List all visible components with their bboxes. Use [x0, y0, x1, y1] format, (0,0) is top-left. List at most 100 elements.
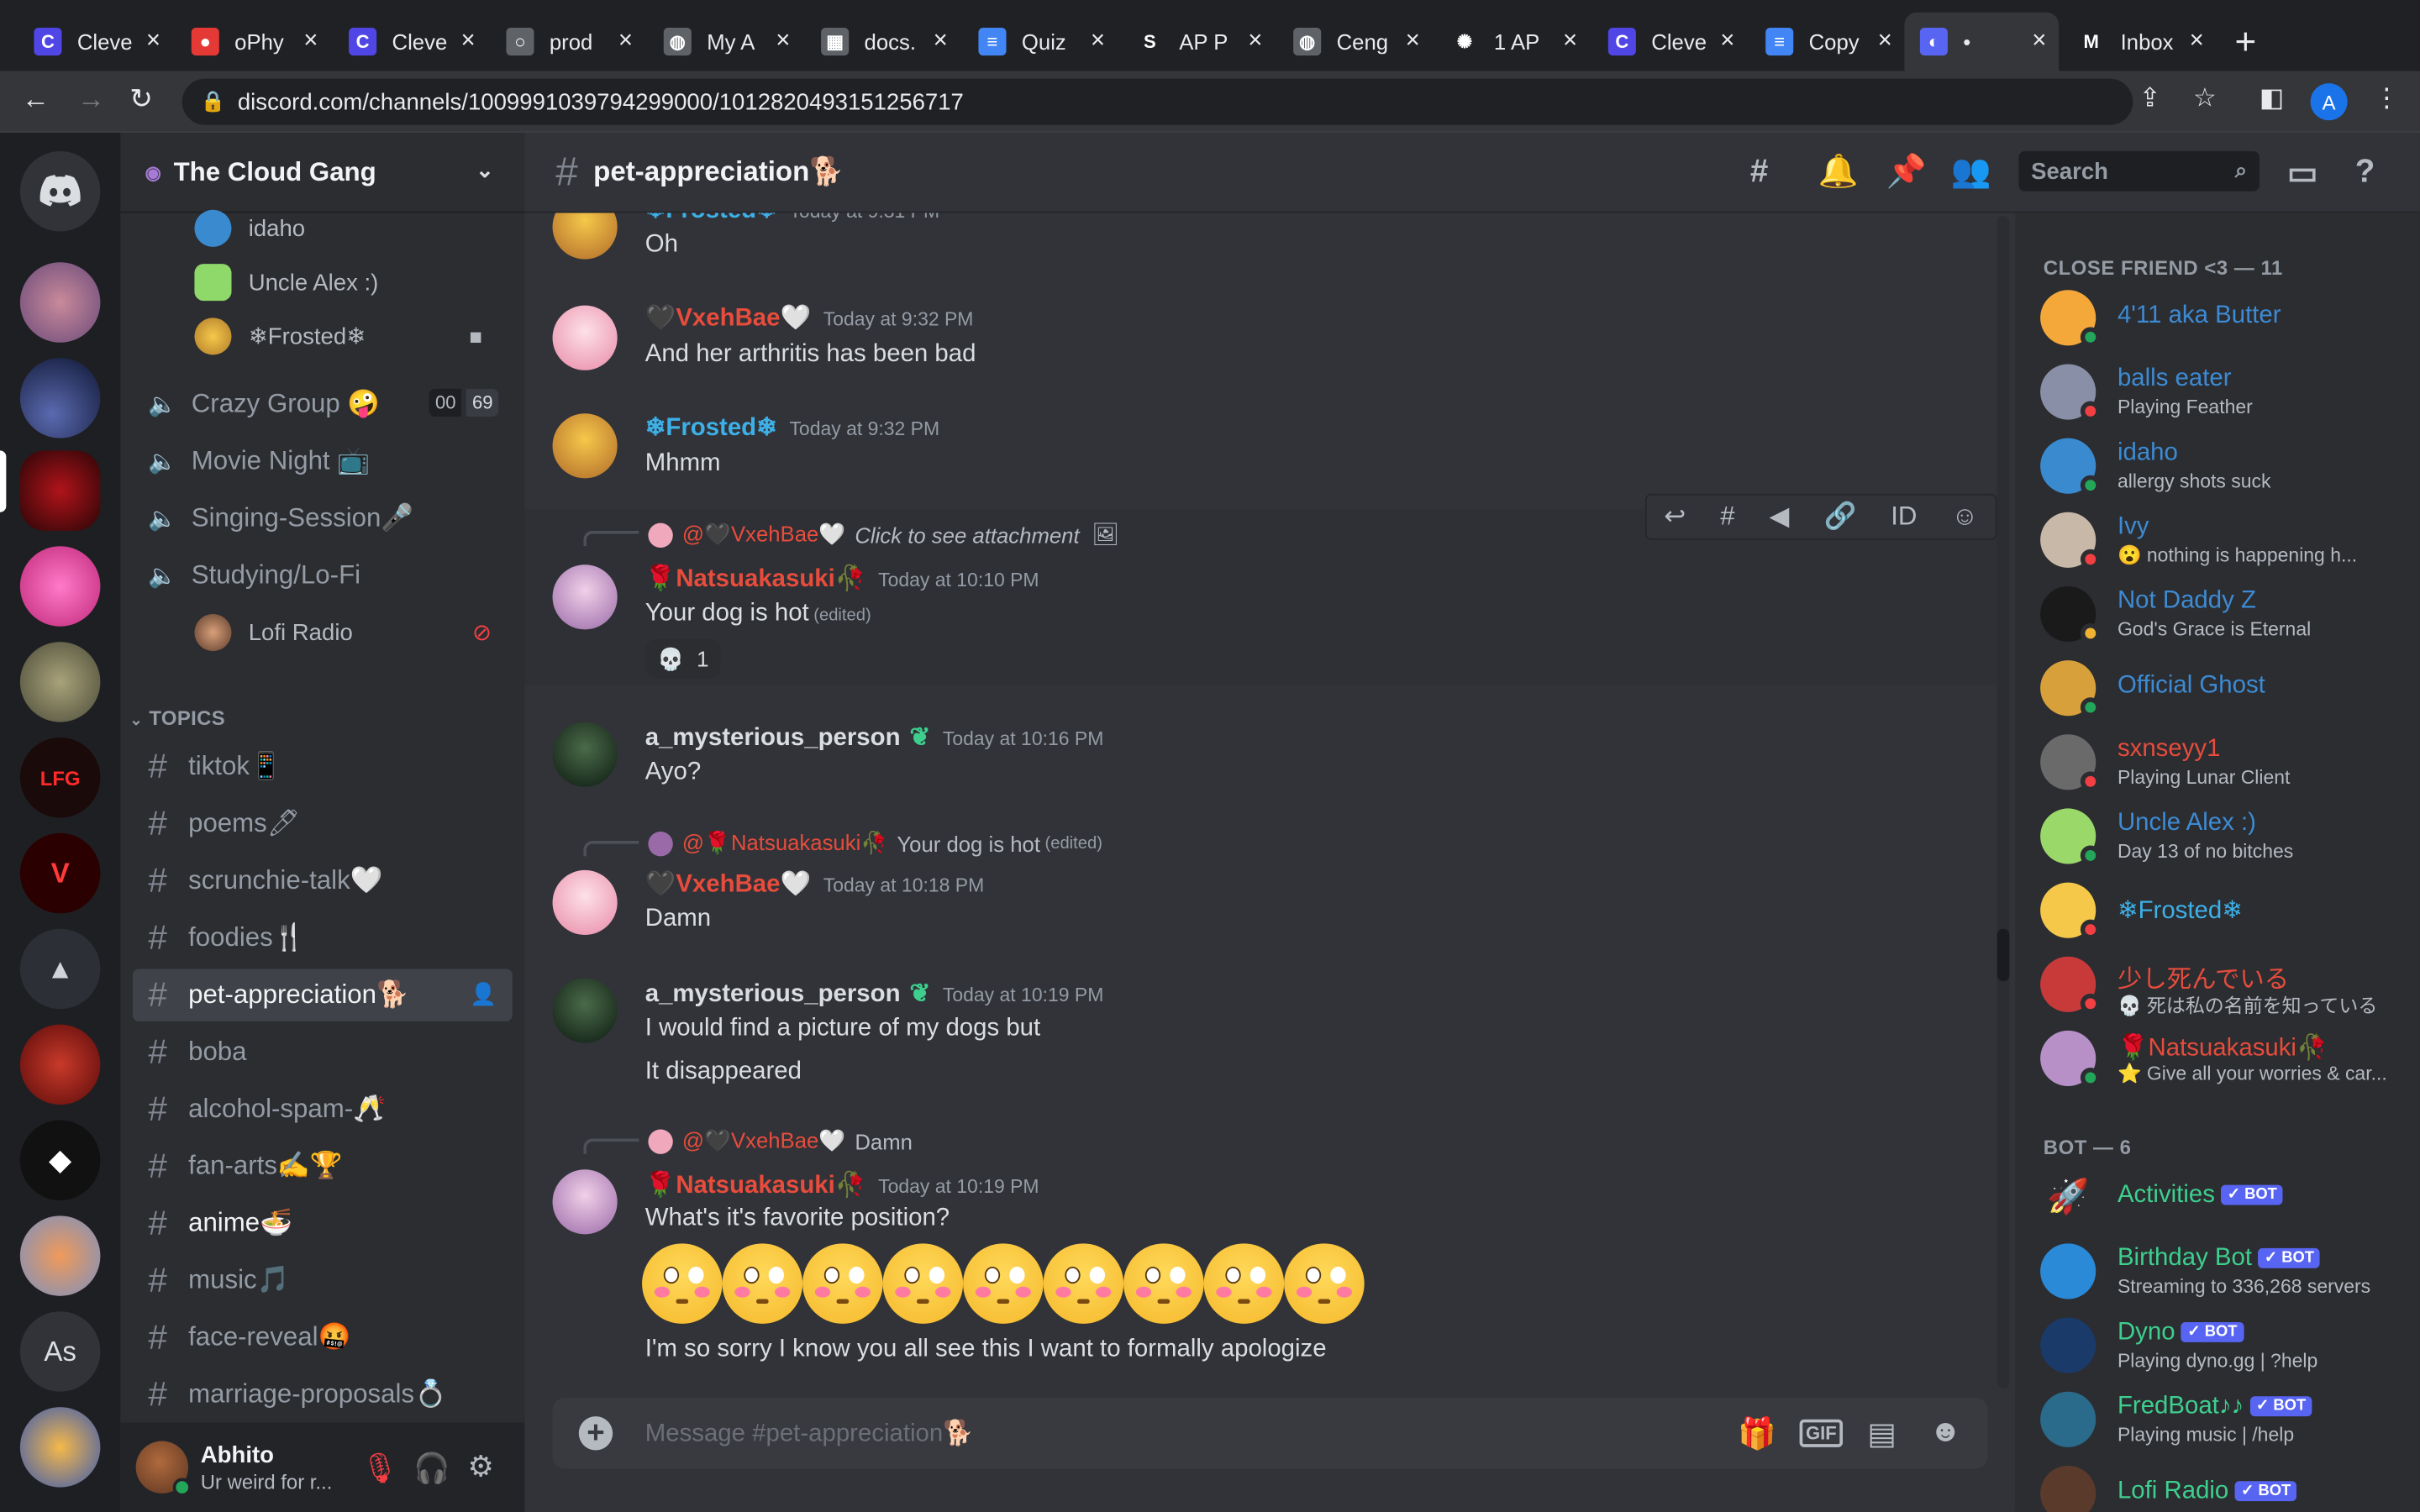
voice-channel-singing-session[interactable]: 🔈 Singing-Session🎤	[133, 492, 513, 544]
forward-icon[interactable]: →	[77, 83, 105, 116]
close-tab-icon[interactable]: ×	[303, 28, 318, 55]
gift-icon[interactable]: 🎁	[1738, 1415, 1776, 1453]
browser-tab[interactable]: ≡ Copy ×	[1750, 13, 1905, 71]
browser-tab[interactable]: ◍ Ceng ×	[1278, 13, 1433, 71]
server-icon[interactable]	[19, 358, 101, 438]
browser-tab[interactable]: C Cleve ×	[1592, 13, 1747, 71]
message-composer[interactable]: + Message #pet-appreciation🐕 🎁 GIF ▤ ☻	[552, 1398, 1988, 1469]
bot-member-item[interactable]: FredBoat♪♪ ✓ BOT Playing music | /help	[2040, 1385, 2411, 1453]
close-tab-icon[interactable]: ×	[1248, 28, 1262, 55]
member-item[interactable]: Official Ghost	[2040, 654, 2411, 722]
close-tab-icon[interactable]: ×	[1406, 28, 1420, 55]
gif-icon[interactable]: GIF	[1799, 1419, 1844, 1447]
bookmark-star-icon[interactable]: ☆	[2193, 83, 2217, 114]
scrollbar-track[interactable]	[1996, 216, 2010, 1389]
share-icon[interactable]: ⇪	[2139, 83, 2161, 114]
member-item[interactable]: ❄Frosted❄	[2040, 876, 2411, 944]
scrollbar-thumb[interactable]	[1996, 928, 2010, 982]
server-icon[interactable]	[19, 546, 101, 627]
close-tab-icon[interactable]: ×	[146, 28, 160, 55]
message-author[interactable]: a_mysterious_person ❦ Today at 10:19 PM	[645, 978, 1104, 1009]
close-tab-icon[interactable]: ×	[1091, 28, 1105, 55]
emoji-picker-icon[interactable]: ☻	[1929, 1415, 1962, 1450]
voice-user[interactable]: ❄Frosted❄	[194, 315, 366, 358]
member-item[interactable]: 4'11 aka Butter	[2040, 284, 2411, 352]
browser-tab[interactable]: ◍ My A ×	[648, 13, 802, 71]
profile-avatar[interactable]: A	[2310, 83, 2348, 121]
voice-user[interactable]: Lofi Radio	[194, 611, 353, 654]
text-channel[interactable]: # alcohol-spam-🥂	[133, 1083, 513, 1135]
invite-icon[interactable]: 👤	[470, 981, 497, 1007]
member-list-icon[interactable]: 👥	[1951, 155, 1991, 192]
bot-member-item[interactable]: 🚀 Activities ✓ BOT	[2040, 1163, 2411, 1231]
text-channel[interactable]: # music🎵	[133, 1254, 513, 1306]
reply-preview[interactable]: @🌹Natsuakasuki🥀 Your dog is hot (edited)	[648, 830, 1102, 856]
create-thread-icon[interactable]: #	[1720, 501, 1734, 533]
avatar[interactable]	[552, 1169, 618, 1235]
avatar[interactable]	[552, 869, 618, 936]
browser-tab[interactable]: M Inbox ×	[2062, 13, 2217, 71]
server-icon-the-cloud-gang[interactable]	[19, 450, 101, 531]
text-channel[interactable]: # tiktok📱	[133, 741, 513, 793]
text-channel[interactable]: # marriage-proposals💍	[133, 1368, 513, 1420]
close-tab-icon[interactable]: ×	[1720, 28, 1734, 55]
close-tab-icon[interactable]: ×	[2190, 28, 2204, 55]
close-tab-icon[interactable]: ×	[2032, 28, 2046, 55]
help-icon[interactable]: ?	[2355, 155, 2375, 192]
bot-member-item[interactable]: Birthday Bot ✓ BOT Streaming to 336,268 se…	[2040, 1237, 2411, 1305]
inbox-icon[interactable]: ▭	[2287, 155, 2317, 193]
member-item[interactable]: Uncle Alex :) Day 13 of no bitches	[2040, 802, 2411, 870]
server-icon[interactable]: ▲	[19, 928, 101, 1010]
close-tab-icon[interactable]: ×	[461, 28, 476, 55]
server-icon[interactable]: V	[19, 832, 101, 914]
member-item[interactable]: 🌹Natsuakasuki🥀 ⭐ Give all your worries & …	[2040, 1025, 2411, 1093]
close-tab-icon[interactable]: ×	[934, 28, 948, 55]
close-tab-icon[interactable]: ×	[1878, 28, 1892, 55]
avatar[interactable]	[552, 413, 618, 479]
avatar[interactable]	[552, 564, 618, 630]
text-channel[interactable]: # fan-arts✍🏆	[133, 1140, 513, 1192]
reload-icon[interactable]: ↻	[129, 83, 153, 116]
member-item[interactable]: 少し死んでいる 💀 死は私の名前を知っている	[2040, 950, 2411, 1018]
server-icon-initials[interactable]: As	[19, 1311, 101, 1392]
category-topics[interactable]: ⌄ TOPICS	[129, 706, 225, 730]
text-channel[interactable]: # boba	[133, 1026, 513, 1078]
browser-tab[interactable]: ● oPhy ×	[176, 13, 330, 71]
avatar[interactable]	[552, 305, 618, 370]
copy-id-icon[interactable]: ID	[1891, 501, 1917, 533]
pin-icon[interactable]: 📌	[1886, 155, 1926, 192]
headphones-icon[interactable]: 🎧	[413, 1450, 450, 1487]
browser-tab[interactable]: S AP P ×	[1120, 13, 1275, 71]
reply-preview[interactable]: @🖤VxehBae🤍 Click to see attachment 🖼	[648, 522, 1119, 548]
server-icon-lfg[interactable]: LFG	[19, 737, 101, 818]
bot-member-item[interactable]: Lofi Radio ✓ BOT	[2040, 1460, 2411, 1512]
browser-tab[interactable]: C Cleve ×	[334, 13, 488, 71]
voice-channel-crazy-group[interactable]: 🔈 Crazy Group 🤪 00 69	[133, 378, 513, 430]
discord-home-icon[interactable]	[19, 150, 101, 232]
text-channel[interactable]: # pet-appreciation🐕 👤	[132, 969, 513, 1021]
text-channel[interactable]: # scrunchie-talk🤍	[133, 855, 513, 907]
text-channel[interactable]: # poems🖊	[133, 798, 513, 850]
browser-tab[interactable]: ◐ • ×	[1904, 12, 2060, 71]
message-author[interactable]: ❄Frosted❄ Today at 9:32 PM	[645, 412, 939, 443]
new-tab-icon[interactable]: +	[2235, 22, 2257, 65]
browser-tab[interactable]: ▦ docs. ×	[806, 13, 960, 71]
text-channel[interactable]: # anime🍜	[133, 1197, 513, 1249]
close-tab-icon[interactable]: ×	[776, 28, 790, 55]
reply-icon[interactable]: ↩	[1664, 501, 1686, 533]
server-icon[interactable]	[19, 1024, 101, 1105]
bot-member-item[interactable]: Dyno ✓ BOT Playing dyno.gg | ?help	[2040, 1311, 2411, 1379]
member-item[interactable]: balls eater Playing Feather	[2040, 358, 2411, 426]
mute-microphone-icon[interactable]: 🎙	[361, 1450, 398, 1487]
server-icon[interactable]	[19, 1215, 101, 1296]
message-author[interactable]: 🌹Natsuakasuki🥀 Today at 10:19 PM	[645, 1169, 1039, 1200]
guild-header[interactable]: ◉ The Cloud Gang ⌄	[120, 133, 525, 213]
message-author[interactable]: 🖤VxehBae🤍 Today at 10:18 PM	[645, 869, 984, 900]
sticker-icon[interactable]: ▤	[1867, 1415, 1897, 1453]
voice-channel-studying[interactable]: 🔈 Studying/Lo-Fi	[133, 549, 513, 601]
back-icon[interactable]: ←	[22, 83, 50, 116]
menu-kebab-icon[interactable]: ⋮	[2374, 83, 2400, 114]
voice-user[interactable]: idaho	[194, 207, 305, 249]
settings-gear-icon[interactable]: ⚙	[468, 1450, 494, 1485]
member-item[interactable]: Ivy 😮 nothing is happening h...	[2040, 506, 2411, 574]
